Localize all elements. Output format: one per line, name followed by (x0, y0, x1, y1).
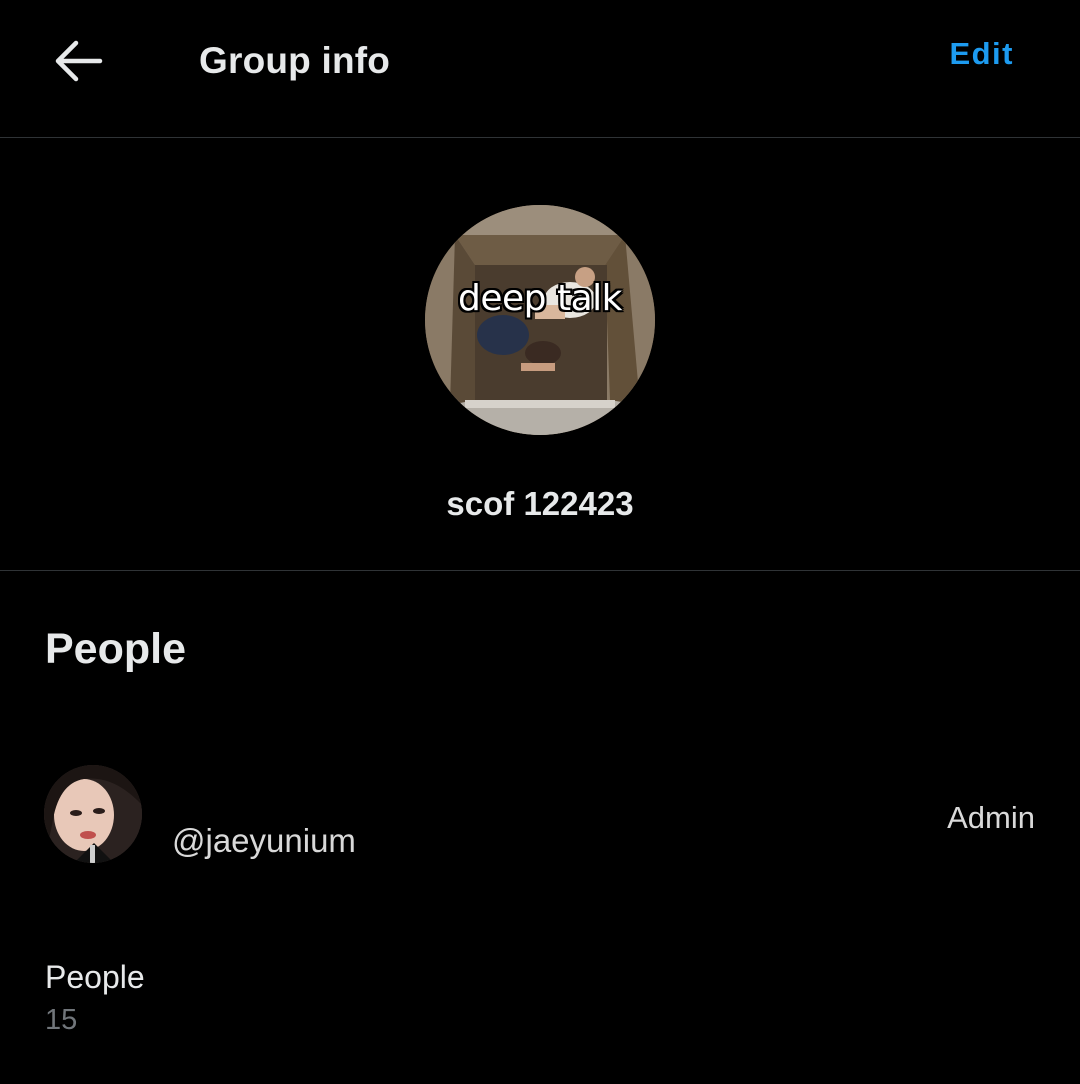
member-role-badge: Admin (947, 800, 1035, 835)
group-avatar[interactable]: deep talk (425, 205, 655, 435)
page-title: Group info (199, 40, 391, 81)
group-summary: deep talk scof 122423 (0, 138, 1080, 571)
group-name: scof 122423 (446, 485, 634, 522)
member-row[interactable]: @jaeyunium Admin (0, 760, 1080, 870)
member-handle: @jaeyunium (172, 822, 356, 859)
back-button[interactable] (50, 38, 106, 84)
arrow-left-icon (55, 40, 103, 82)
group-avatar-caption: deep talk (458, 278, 622, 319)
group-avatar-image (425, 205, 655, 435)
people-count-value: 15 (45, 1004, 78, 1036)
people-section-heading: People (45, 625, 186, 673)
header-bar: Group info Edit (0, 0, 1080, 138)
people-count-label: People (45, 959, 145, 995)
member-avatar-image (44, 765, 142, 863)
edit-button[interactable]: Edit (949, 36, 1014, 72)
avatar[interactable] (44, 765, 142, 863)
